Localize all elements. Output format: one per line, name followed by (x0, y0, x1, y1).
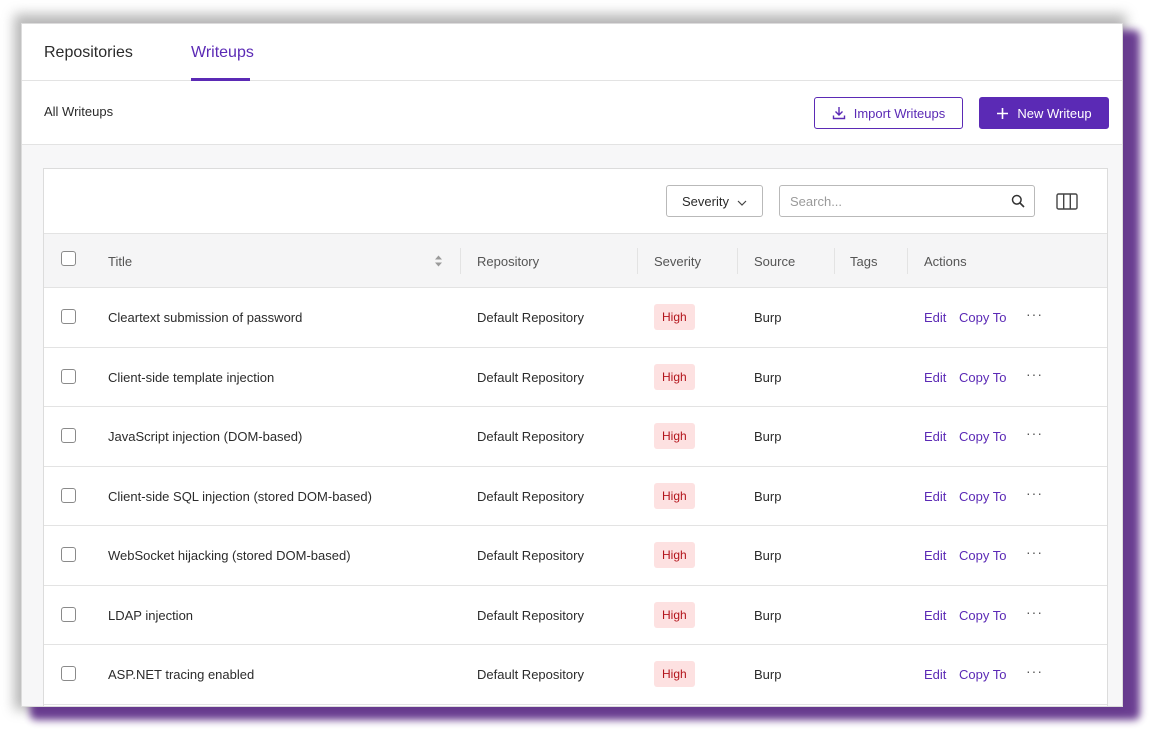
tab-writeups[interactable]: Writeups (191, 44, 254, 62)
more-icon[interactable]: ··· (1026, 544, 1043, 560)
search-box (779, 185, 1035, 217)
copy-to-link[interactable]: Copy To (959, 608, 1006, 623)
app-window: Repositories Writeups All Writeups Impor… (21, 23, 1123, 707)
search-input[interactable] (790, 186, 1000, 216)
copy-to-link[interactable]: Copy To (959, 667, 1006, 682)
copy-to-link[interactable]: Copy To (959, 310, 1006, 325)
row-repository: Default Repository (477, 667, 584, 682)
search-icon[interactable] (1011, 194, 1025, 213)
copy-to-link[interactable]: Copy To (959, 489, 1006, 504)
severity-badge: High (654, 363, 695, 390)
table-row: WebSocket hijacking (stored DOM-based) De… (44, 526, 1107, 586)
severity-badge: High (654, 304, 695, 330)
more-icon[interactable]: ··· (1026, 604, 1043, 620)
severity-badge: High (654, 601, 695, 628)
edit-link[interactable]: Edit (924, 310, 946, 325)
tab-repositories[interactable]: Repositories (44, 44, 133, 62)
more-icon[interactable]: ··· (1026, 485, 1043, 501)
row-repository: Default Repository (477, 369, 584, 385)
edit-link[interactable]: Edit (924, 429, 946, 444)
edit-link[interactable]: Edit (924, 370, 946, 385)
row-repository: Default Repository (477, 429, 584, 444)
row-source: Burp (754, 667, 782, 682)
table-row: Client-side template injection Default Re… (44, 347, 1107, 407)
severity-badge: High (654, 482, 695, 509)
import-writeups-label: Import Writeups (853, 105, 946, 121)
row-repository: Default Repository (477, 607, 584, 623)
table-row: Client-side SQL injection (stored DOM-ba… (44, 466, 1107, 526)
page-title: All Writeups (44, 104, 114, 119)
new-writeup-button[interactable]: New Writeup (979, 97, 1109, 129)
copy-to-link[interactable]: Copy To (959, 370, 1006, 385)
import-writeups-button[interactable]: Import Writeups (814, 97, 963, 129)
column-header-tags: Tags (850, 254, 878, 269)
copy-to-link[interactable]: Copy To (959, 429, 1006, 444)
column-separator (834, 248, 835, 274)
row-source: Burp (754, 369, 782, 385)
edit-link[interactable]: Edit (924, 489, 946, 504)
severity-badge: High (654, 661, 695, 687)
table-row: JavaScript injection (DOM-based) Default … (44, 407, 1107, 467)
tab-bar: Repositories Writeups (22, 24, 1122, 81)
copy-to-link[interactable]: Copy To (959, 548, 1006, 563)
column-separator (907, 248, 908, 274)
edit-link[interactable]: Edit (924, 667, 946, 682)
edit-link[interactable]: Edit (924, 608, 946, 623)
chevron-down-icon (737, 194, 747, 209)
column-header-repository: Repository (477, 254, 540, 269)
row-checkbox[interactable] (61, 606, 76, 622)
edit-link[interactable]: Edit (924, 548, 946, 563)
row-title[interactable]: WebSocket hijacking (stored DOM-based) (108, 548, 351, 563)
row-repository: Default Repository (477, 488, 584, 504)
row-source: Burp (754, 607, 782, 623)
column-separator (460, 248, 461, 274)
table-header: Title Repository Severity Source Tags Ac… (44, 233, 1107, 288)
row-title[interactable]: LDAP injection (108, 608, 193, 623)
row-checkbox[interactable] (61, 368, 76, 384)
row-checkbox[interactable] (61, 666, 76, 681)
more-icon[interactable]: ··· (1026, 366, 1043, 382)
row-title[interactable]: Client-side template injection (108, 370, 274, 385)
row-title[interactable]: ASP.NET tracing enabled (108, 667, 254, 682)
row-repository: Default Repository (477, 548, 584, 563)
more-icon[interactable]: ··· (1026, 306, 1043, 322)
row-checkbox[interactable] (61, 487, 76, 503)
severity-badge: High (654, 542, 695, 568)
severity-filter-dropdown[interactable]: Severity (666, 185, 763, 217)
column-separator (737, 248, 738, 274)
new-writeup-label: New Writeup (1017, 105, 1092, 121)
plus-icon (996, 107, 1009, 120)
row-title[interactable]: JavaScript injection (DOM-based) (108, 429, 302, 444)
subheader: All Writeups Import Writeups New Writeup (22, 81, 1122, 145)
row-title[interactable]: Client-side SQL injection (stored DOM-ba… (108, 489, 372, 504)
row-checkbox[interactable] (61, 428, 76, 443)
table-row: Cleartext submission of password Default … (44, 288, 1107, 348)
row-source: Burp (754, 310, 782, 325)
more-icon[interactable]: ··· (1026, 663, 1043, 679)
column-header-severity: Severity (654, 254, 701, 269)
table-row: LDAP injection Default Repository High Burp… (44, 585, 1107, 645)
download-icon (832, 106, 846, 120)
row-source: Burp (754, 429, 782, 444)
row-source: Burp (754, 548, 782, 563)
sort-icon[interactable] (434, 254, 443, 273)
column-header-title[interactable]: Title (108, 254, 132, 269)
columns-icon[interactable] (1056, 193, 1078, 215)
select-all-checkbox[interactable] (61, 251, 76, 266)
severity-filter-label: Severity (682, 193, 729, 209)
writeups-table-card: Severity Search... Title Repository Seve… (43, 168, 1108, 706)
column-header-source: Source (754, 254, 796, 269)
column-header-actions: Actions (924, 254, 967, 269)
row-repository: Default Repository (477, 310, 584, 325)
row-checkbox[interactable] (61, 547, 76, 562)
table-row: ASP.NET tracing enabled Default Repositor… (44, 645, 1107, 705)
row-title[interactable]: Cleartext submission of password (108, 310, 302, 325)
column-separator (637, 248, 638, 274)
more-icon[interactable]: ··· (1026, 425, 1043, 441)
severity-badge: High (654, 423, 695, 449)
row-checkbox[interactable] (61, 309, 76, 324)
table-toolbar: Severity (44, 169, 1107, 233)
row-source: Burp (754, 488, 782, 504)
